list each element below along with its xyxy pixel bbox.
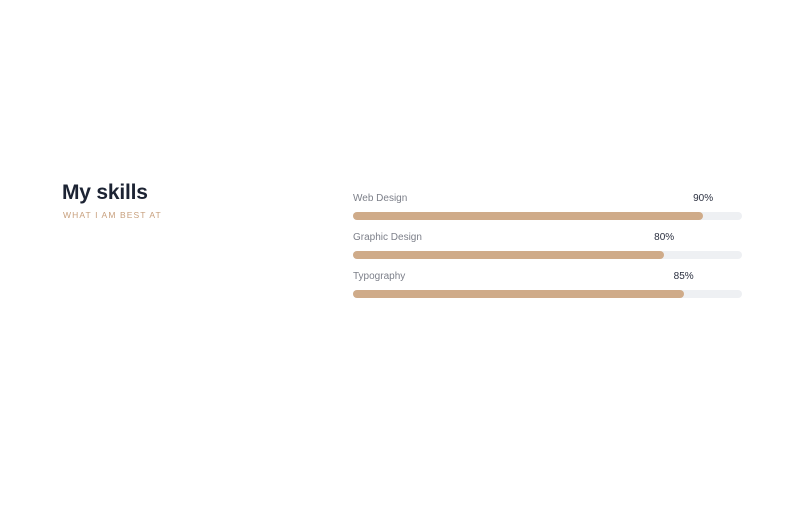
skill-item-typography: Typography 85% [353,269,742,308]
skill-progress-track [353,290,742,298]
skill-progress-track [353,212,742,220]
skill-label: Graphic Design [353,232,422,243]
skill-item-web-design: Web Design 90% [353,191,742,230]
skill-progress-fill [353,290,684,298]
section-subtitle: WHAT I AM BEST AT [63,210,162,220]
section-title: My skills [62,181,148,204]
skill-label: Typography [353,271,406,282]
skill-label: Web Design [353,193,408,204]
skill-progress-track [353,251,742,259]
skills-list: Web Design 90% Graphic Design 80% Typogr… [353,191,742,308]
skill-percent: 85% [673,271,694,282]
skill-percent: 80% [654,232,675,243]
skill-progress-fill [353,212,704,220]
section-heading: My skills WHAT I AM BEST AT [62,180,162,221]
skills-section: My skills WHAT I AM BEST AT Web Design 9… [0,0,800,510]
skill-progress-fill [353,251,665,259]
skill-item-graphic-design: Graphic Design 80% [353,230,742,269]
skill-percent: 90% [693,193,714,204]
